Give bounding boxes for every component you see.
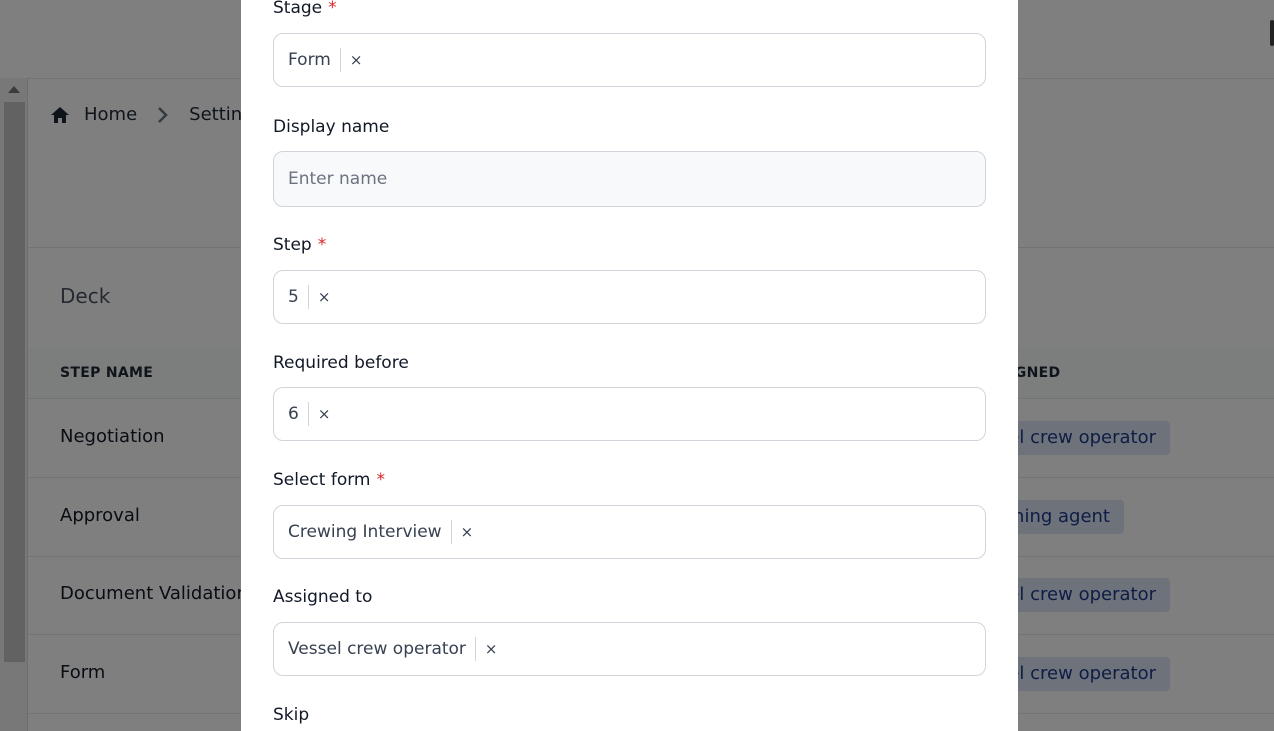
stage-label: Stage * xyxy=(273,0,337,18)
window-scroll-indicator xyxy=(1270,20,1274,46)
required-before-select[interactable]: 6 × xyxy=(273,387,986,441)
step-value: 5 xyxy=(288,287,299,307)
stage-value: Form xyxy=(288,50,331,70)
step-edit-modal: Stage * Form × Display name Enter name Ste… xyxy=(241,0,1018,731)
display-name-label: Display name xyxy=(273,117,390,137)
select-form-select[interactable]: Crewing Interview × xyxy=(273,505,986,559)
assigned-to-select[interactable]: Vessel crew operator × xyxy=(273,622,986,676)
skip-label: Skip xyxy=(273,705,310,725)
required-before-value: 6 xyxy=(288,404,299,424)
clear-icon[interactable]: × xyxy=(461,523,474,541)
assigned-to-label: Assigned to xyxy=(273,587,373,607)
clear-icon[interactable]: × xyxy=(318,288,331,306)
display-name-placeholder: Enter name xyxy=(288,169,388,189)
stage-select[interactable]: Form × xyxy=(273,33,986,87)
step-select[interactable]: 5 × xyxy=(273,270,986,324)
clear-icon[interactable]: × xyxy=(318,405,331,423)
select-form-label: Select form * xyxy=(273,470,385,490)
select-form-value: Crewing Interview xyxy=(288,522,442,542)
step-label: Step * xyxy=(273,235,327,255)
clear-icon[interactable]: × xyxy=(485,640,498,658)
clear-icon[interactable]: × xyxy=(350,51,363,69)
display-name-input[interactable]: Enter name xyxy=(273,151,986,207)
required-before-label: Required before xyxy=(273,353,409,373)
assigned-to-value: Vessel crew operator xyxy=(288,639,466,659)
